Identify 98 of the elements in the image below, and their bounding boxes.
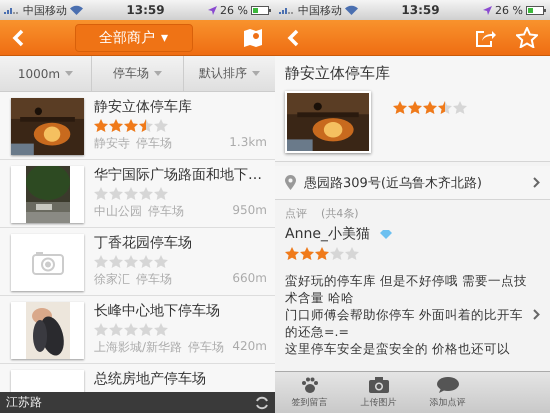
caret-icon — [154, 71, 162, 76]
toolbar-button[interactable]: 上传图片 — [344, 372, 413, 413]
reviews-count: (共4条) — [321, 206, 359, 221]
merchant-category: 停车场 — [136, 271, 172, 288]
filter-dropdown[interactable]: 1000m — [0, 56, 92, 91]
battery-icon — [251, 6, 271, 14]
battery-percent: 26 % — [495, 4, 523, 16]
merchant-row[interactable]: 丁香花园停车场 徐家汇 停车场 660m — [0, 228, 275, 296]
star-icon — [330, 247, 344, 260]
signal-icon — [279, 6, 295, 14]
star-icon — [154, 119, 168, 132]
star-icon — [109, 323, 123, 336]
star-icon — [154, 187, 168, 200]
carrier-name: 中国移动 — [23, 2, 67, 18]
status-time: 13:59 — [401, 3, 440, 17]
speech-bubble-icon — [436, 376, 458, 392]
paw-icon — [300, 376, 318, 392]
location-pin-icon — [285, 175, 296, 190]
review-text: 门口师傅会帮助你停车 外面叫着的比开车的还急=.= — [285, 306, 524, 340]
merchant-name: 静安立体停车库 — [94, 98, 193, 116]
star-icon — [408, 101, 422, 114]
merchant-area: 上海影城/新华路 — [94, 339, 182, 356]
reviewer-name: Anne_小美猫 — [285, 225, 370, 243]
star-icon — [300, 247, 314, 260]
star-icon — [124, 187, 138, 200]
diamond-icon — [380, 230, 392, 238]
back-icon[interactable] — [287, 28, 299, 46]
merchant-area: 静安寺 — [94, 135, 130, 152]
merchant-category: 停车场 — [188, 339, 224, 356]
merchant-row[interactable]: 长峰中心地下停车场 上海影城/新华路 停车场 420m — [0, 296, 275, 364]
merchant-distance: 950m — [232, 203, 267, 219]
status-time: 13:59 — [126, 3, 165, 17]
star-icon — [315, 247, 329, 260]
star-icon — [423, 101, 437, 114]
caret-icon — [252, 71, 260, 76]
filter-dropdown[interactable]: 默认排序 — [184, 56, 275, 91]
wifi-icon — [70, 5, 83, 15]
merchant-category: 停车场 — [148, 203, 184, 220]
carrier-name: 中国移动 — [298, 2, 342, 18]
chevron-icon — [533, 309, 540, 320]
camera-icon — [368, 376, 388, 392]
merchant-row[interactable]: 华宁国际广场路面和地下… 中山公园 停车场 950m — [0, 160, 275, 228]
wifi-icon — [345, 5, 358, 15]
merchant-name: 总统房地产停车场 — [94, 370, 207, 388]
place-name: 静安立体停车库 — [285, 64, 391, 83]
star-icon — [94, 187, 108, 200]
camera-icon — [32, 250, 64, 274]
share-icon[interactable] — [476, 28, 496, 46]
star-icon[interactable] — [516, 27, 538, 48]
star-icon — [285, 247, 299, 260]
star-icon — [154, 255, 168, 268]
merchant-name: 丁香花园停车场 — [94, 234, 193, 252]
location-arrow-icon — [483, 6, 492, 14]
signal-icon — [4, 6, 20, 14]
star-icon — [124, 119, 138, 132]
star-icon — [94, 323, 108, 336]
merchant-area: 中山公园 — [94, 203, 142, 220]
toolbar-button[interactable]: 签到留言 — [275, 372, 344, 413]
merchant-name: 华宁国际广场路面和地下… — [94, 166, 263, 184]
battery-percent: 26 % — [220, 4, 248, 16]
star-icon — [393, 101, 407, 114]
star-icon — [94, 255, 108, 268]
merchant-area: 徐家汇 — [94, 271, 130, 288]
battery-icon — [526, 6, 546, 14]
star-icon — [109, 187, 123, 200]
merchant-distance: 660m — [232, 271, 267, 287]
back-icon[interactable] — [12, 28, 24, 46]
review-text: 蛮好玩的停车库 但是不好停哦 需要一点技术含量 哈哈 — [285, 272, 527, 306]
star-icon — [124, 323, 138, 336]
star-icon — [438, 101, 452, 114]
star-icon — [154, 323, 168, 336]
reviews-label: 点评 — [285, 206, 307, 221]
refresh-icon[interactable] — [255, 396, 269, 410]
current-location: 江苏路 — [6, 394, 42, 411]
star-icon — [139, 323, 153, 336]
merchant-name: 长峰中心地下停车场 — [94, 302, 221, 320]
toolbar-button[interactable]: 添加点评 — [413, 372, 482, 413]
star-icon — [139, 187, 153, 200]
star-icon — [109, 119, 123, 132]
merchant-distance: 1.3km — [229, 135, 267, 151]
star-icon — [453, 101, 467, 114]
chevron-icon — [533, 177, 540, 188]
caret-icon — [65, 71, 74, 76]
filter-dropdown[interactable]: 停车场 — [92, 56, 184, 91]
merchant-category: 停车场 — [136, 135, 172, 152]
star-icon — [109, 255, 123, 268]
merchant-distance: 420m — [232, 339, 267, 355]
star-icon — [345, 247, 359, 260]
map-icon[interactable] — [243, 28, 263, 48]
star-icon — [94, 119, 108, 132]
address-text: 愚园路309号(近乌鲁木齐北路) — [304, 174, 482, 192]
merchant-row[interactable]: 总统房地产停车场 — [0, 364, 275, 392]
star-icon — [139, 255, 153, 268]
star-icon — [124, 255, 138, 268]
merchant-row[interactable]: 静安立体停车库 静安寺 停车场 1.3km — [0, 92, 275, 160]
review-text: 这里停车安全是蛮安全的 价格也还可以 — [285, 340, 511, 357]
location-arrow-icon — [208, 6, 218, 14]
star-icon — [139, 119, 153, 132]
